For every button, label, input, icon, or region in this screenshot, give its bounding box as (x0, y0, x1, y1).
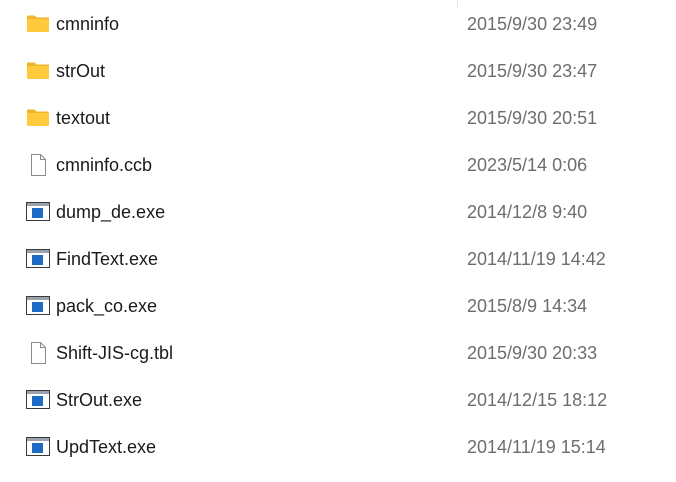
file-row[interactable]: UpdText.exe 2014/11/19 15:14 (0, 435, 676, 482)
file-name: cmninfo (56, 14, 120, 34)
application-icon (26, 435, 50, 459)
file-name: textout (56, 108, 111, 128)
file-row[interactable]: cmninfo 2015/9/30 23:49 (0, 12, 676, 59)
file-row[interactable]: cmninfo.ccb 2023/5/14 0:06 (0, 153, 676, 200)
folder-icon (26, 59, 50, 83)
file-modified-date: 2015/9/30 20:33 (467, 343, 598, 363)
application-icon (26, 388, 50, 412)
file-row[interactable]: dump_de.exe 2014/12/8 9:40 (0, 200, 676, 247)
folder-icon (26, 12, 50, 36)
file-modified-date: 2014/11/19 15:14 (467, 437, 606, 457)
file-modified-date: 2023/5/14 0:06 (467, 155, 588, 175)
document-icon (26, 153, 50, 177)
file-list: cmninfo 2015/9/30 23:49 strOut 2015/9/30… (0, 12, 676, 482)
file-row[interactable]: textout 2015/9/30 20:51 (0, 106, 676, 153)
file-row[interactable]: pack_co.exe 2015/8/9 14:34 (0, 294, 676, 341)
file-modified-date: 2014/12/8 9:40 (467, 202, 588, 222)
application-icon (26, 247, 50, 271)
file-row[interactable]: FindText.exe 2014/11/19 14:42 (0, 247, 676, 294)
file-name: dump_de.exe (56, 202, 166, 222)
file-name: pack_co.exe (56, 296, 158, 316)
file-name: UpdText.exe (56, 437, 157, 457)
file-modified-date: 2014/11/19 14:42 (467, 249, 606, 269)
document-icon (26, 341, 50, 365)
file-modified-date: 2015/9/30 23:47 (467, 61, 598, 81)
file-name: FindText.exe (56, 249, 159, 269)
column-divider[interactable] (457, 0, 458, 8)
file-modified-date: 2015/9/30 20:51 (467, 108, 598, 128)
file-row[interactable]: Shift-JIS-cg.tbl 2015/9/30 20:33 (0, 341, 676, 388)
file-row[interactable]: strOut 2015/9/30 23:47 (0, 59, 676, 106)
file-name: StrOut.exe (56, 390, 143, 410)
file-name: cmninfo.ccb (56, 155, 153, 175)
file-name: Shift-JIS-cg.tbl (56, 343, 174, 363)
file-modified-date: 2014/12/15 18:12 (467, 390, 608, 410)
application-icon (26, 200, 50, 224)
file-modified-date: 2015/9/30 23:49 (467, 14, 598, 34)
file-modified-date: 2015/8/9 14:34 (467, 296, 588, 316)
file-row[interactable]: StrOut.exe 2014/12/15 18:12 (0, 388, 676, 435)
application-icon (26, 294, 50, 318)
file-name: strOut (56, 61, 106, 81)
folder-icon (26, 106, 50, 130)
